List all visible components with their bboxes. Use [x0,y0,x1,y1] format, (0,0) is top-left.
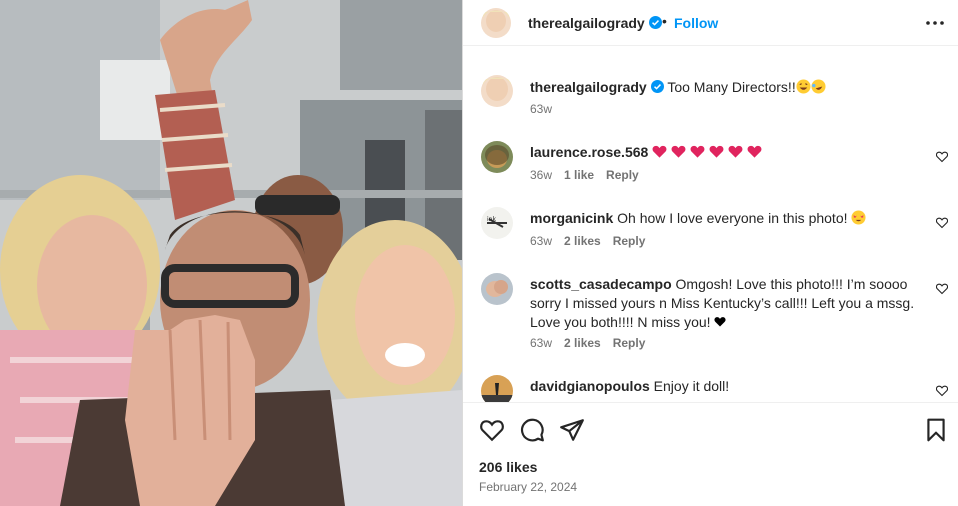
comment-avatar[interactable]: ink [481,207,513,239]
red-heart-emoji [709,145,724,158]
comment-avatar[interactable] [481,141,513,173]
comment-avatar[interactable] [481,375,513,402]
author-avatar[interactable] [481,8,511,38]
bookmark-icon[interactable] [923,417,949,443]
star-struck-emoji [851,210,866,225]
post-header: therealgailogrady • Follow [463,0,958,46]
post-actions: 206 likes February 22, 2024 [463,402,958,506]
more-options-icon[interactable] [923,12,947,34]
rolling-laughing-emoji [811,79,826,94]
comment-likes[interactable]: 1 like [564,168,594,182]
red-hearts [652,144,766,160]
comment-text: davidgianopoulos Enjoy it doll! [530,377,925,396]
post-date[interactable]: February 22, 2024 [479,480,577,494]
like-comment-icon[interactable] [936,151,948,163]
black-heart-emoji [714,317,726,327]
verified-icon [648,16,662,29]
caption-username[interactable]: therealgailogrady [530,79,647,95]
comment-time[interactable]: 36w [530,168,552,182]
red-heart-emoji [728,145,743,158]
post-panel: therealgailogrady • Follow therealgailog… [463,0,958,506]
heart-icon[interactable] [479,417,505,443]
comment-username[interactable]: laurence.rose.568 [530,144,648,160]
follow-button[interactable]: Follow [674,15,718,31]
comment-body: Oh how I love everyone in this photo! [617,210,848,226]
red-heart-emoji [671,145,686,158]
reply-button[interactable]: Reply [613,336,646,350]
comment-likes[interactable]: 2 likes [564,234,601,248]
verified-icon [650,80,664,93]
reply-button[interactable]: Reply [606,168,639,182]
comment-avatar[interactable] [481,273,513,305]
comment-meta: 63w 2 likes Reply [530,234,657,248]
comment-body: Enjoy it doll! [653,378,730,394]
comment-text: morganicink Oh how I love everyone in th… [530,209,925,228]
comment-username[interactable]: davidgianopoulos [530,378,650,394]
author-username-text[interactable]: therealgailogrady [528,15,645,31]
comment-username[interactable]: scotts_casadecampo [530,276,672,292]
caption-avatar[interactable] [481,75,513,107]
comment-time[interactable]: 63w [530,234,552,248]
like-comment-icon[interactable] [936,283,948,295]
caption-time[interactable]: 63w [530,102,552,116]
red-heart-emoji [652,145,667,158]
photo-image [0,0,462,506]
reply-button[interactable]: Reply [613,234,646,248]
laughing-emoji [796,79,811,94]
separator-dot: • [662,13,667,29]
comment-username[interactable]: morganicink [530,210,613,226]
like-comment-icon[interactable] [936,385,948,397]
comment-meta: 36w 1 like Reply [530,168,651,182]
caption-meta: 63w [530,102,564,116]
caption-body: Too Many Directors!! [667,79,796,95]
red-heart-emoji [690,145,705,158]
author-username[interactable]: therealgailogrady [528,15,662,31]
share-icon[interactable] [559,417,585,443]
svg-text:ink: ink [487,216,496,223]
likes-count[interactable]: 206 likes [479,459,537,475]
comment-icon[interactable] [519,417,545,443]
red-heart-emoji [747,145,762,158]
comment-likes[interactable]: 2 likes [564,336,601,350]
caption-text: therealgailogrady Too Many Directors!! [530,78,925,97]
comment-text: scotts_casadecampo Omgosh! Love this pho… [530,275,925,332]
comment-meta: 63w 2 likes Reply [530,336,657,350]
comment-text: laurence.rose.568 [530,143,925,162]
post-photo[interactable] [0,0,462,506]
comments-list[interactable]: therealgailogrady Too Many Directors!! 6… [463,47,958,402]
comment-time[interactable]: 63w [530,336,552,350]
like-comment-icon[interactable] [936,217,948,229]
